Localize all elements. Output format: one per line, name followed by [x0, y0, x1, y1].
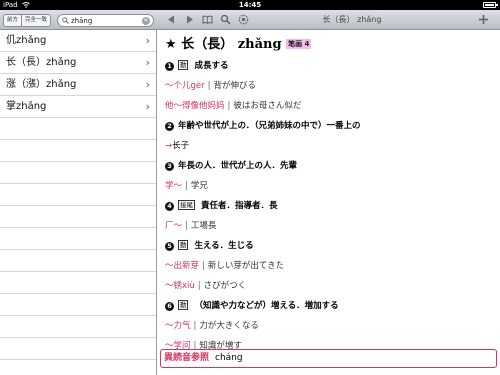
sense-4: 4 接尾 責任者．指導者．長 — [165, 197, 494, 217]
list-item-label: 掌zhǎng — [6, 101, 47, 112]
detail-toolbar: 长（長） zhǎng — [157, 10, 500, 30]
segment-exact-match[interactable]: 完全一致 — [21, 15, 50, 26]
search-icon[interactable] — [220, 14, 231, 25]
sense-number: 6 — [165, 302, 174, 311]
sense-number: 2 — [165, 122, 174, 131]
example: 学～ | 学兄 — [165, 181, 208, 191]
sense-number: 4 — [165, 202, 174, 211]
entry-title: 长（長） zhǎng — [322, 15, 382, 24]
match-mode-segmented-control: 前方 完全一致 — [3, 14, 52, 27]
clock: 14:45 — [238, 1, 262, 9]
example-chinese: 厂～ — [165, 221, 183, 231]
sense-text: 年長の人．世代が上の人．先輩 — [177, 161, 297, 171]
example-chinese: ～出新芽 — [165, 261, 200, 271]
headword-text: 长（長） — [181, 37, 234, 52]
search-icon — [62, 17, 69, 24]
example-chinese: ～力气 — [165, 321, 191, 331]
example-japanese: 力が大きくなる — [199, 321, 259, 331]
chevron-right-icon: › — [145, 34, 150, 47]
headword: ★ 长（長） zhǎng 笔画 4 — [165, 34, 494, 55]
list-item[interactable]: 仉zhǎng › — [0, 30, 156, 52]
example-chinese: 学～ — [165, 181, 183, 191]
star-icon: ★ — [165, 37, 177, 52]
headword-pinyin: zhǎng — [237, 37, 282, 52]
chevron-right-icon: › — [145, 78, 150, 91]
sense-text: （知識や力などが）増える．増加する — [194, 301, 339, 311]
example: ～锈xiù | さびがつく — [165, 281, 247, 291]
example: 厂～ | 工場長 — [165, 221, 217, 231]
example-chinese: ～个儿gèr — [165, 81, 205, 91]
sense-text: 責任者．指導者．長 — [200, 201, 278, 211]
search-input[interactable] — [71, 15, 139, 26]
example-japanese: 学兄 — [190, 181, 208, 191]
part-of-speech-tag: 接尾 — [177, 200, 195, 210]
list-item[interactable]: 掌zhǎng › — [0, 96, 156, 118]
list-item-label: 仉zhǎng — [6, 35, 47, 46]
example-japanese: 背が伸びる — [213, 81, 257, 91]
example: ～个儿gèr | 背が伸びる — [165, 81, 257, 91]
sense-text: 成長する — [194, 61, 229, 71]
sense-number: 1 — [165, 62, 174, 71]
part-of-speech-tag: 動 — [177, 60, 189, 70]
example: 他～得像他妈妈 | 彼はお母さん似だ — [165, 101, 302, 111]
search-field: ✕ — [57, 14, 154, 27]
clear-search-icon[interactable]: ✕ — [142, 17, 150, 25]
list-item[interactable]: 长（長）zhǎng › — [0, 52, 156, 74]
example-japanese: 工場長 — [190, 221, 217, 231]
example-japanese: 新しい芽が出てきた — [207, 261, 285, 271]
sense-6: 6 動 （知識や力などが）増える．増加する — [165, 297, 494, 317]
example-japanese: 彼はお母さん似だ — [233, 101, 302, 111]
sense-text: 生える．生じる — [194, 241, 254, 251]
cross-reference[interactable]: →长子 — [165, 137, 494, 157]
alternate-reading-label: 異読音参照 — [164, 353, 210, 363]
result-list: 仉zhǎng › 长（長）zhǎng › 涨（漲）zhǎng › 掌zhǎng … — [0, 30, 157, 375]
part-of-speech-tag: 動 — [177, 240, 189, 250]
part-of-speech-tag: 動 — [177, 300, 189, 310]
bookmarks-icon[interactable] — [202, 14, 213, 25]
example: ～力气 | 力が大きくなる — [165, 321, 259, 331]
sense-number: 3 — [165, 162, 174, 171]
entry-content: ★ 长（長） zhǎng 笔画 4 1 動 成長する ～个儿gèr | 背が伸びる … — [158, 31, 500, 375]
example-chinese: 他～得像他妈妈 — [165, 101, 225, 111]
chevron-right-icon: › — [145, 56, 150, 69]
back-icon[interactable] — [166, 14, 177, 25]
stroke-count-badge: 笔画 4 — [286, 39, 312, 49]
example-japanese: さびがつく — [203, 281, 247, 291]
sense-text: 年齢や世代が上の．（兄弟姉妹の中で）一番上の — [177, 121, 361, 131]
sense-5: 5 動 生える．生じる — [165, 237, 494, 257]
sense-3: 3 年長の人．世代が上の人．先輩 — [165, 157, 494, 177]
forward-icon[interactable] — [184, 14, 195, 25]
segment-prefix-match[interactable]: 前方 — [4, 15, 21, 26]
alternate-reading-text: cháng — [215, 353, 243, 363]
list-item-label: 涨（漲）zhǎng — [6, 79, 77, 90]
left-toolbar: 前方 完全一致 ✕ — [0, 10, 157, 30]
add-icon[interactable] — [478, 14, 489, 25]
list-item-label: 长（長）zhǎng — [6, 57, 77, 68]
sense-2: 2 年齢や世代が上の．（兄弟姉妹の中で）一番上の — [165, 117, 494, 137]
example: ～出新芽 | 新しい芽が出てきた — [165, 261, 285, 271]
battery-icon — [483, 2, 498, 8]
sense-1: 1 動 成長する — [165, 57, 494, 77]
status-bar: iPad 14:45 — [0, 0, 500, 10]
sense-number: 5 — [165, 242, 174, 251]
settings-icon[interactable] — [238, 14, 249, 25]
list-item[interactable]: 涨（漲）zhǎng › — [0, 74, 156, 96]
example-chinese: ～锈xiù — [165, 281, 195, 291]
cross-reference-word: 长子 — [172, 141, 190, 151]
chevron-right-icon: › — [145, 100, 150, 113]
alternate-reading-link[interactable]: 異読音参照 cháng — [160, 349, 497, 368]
